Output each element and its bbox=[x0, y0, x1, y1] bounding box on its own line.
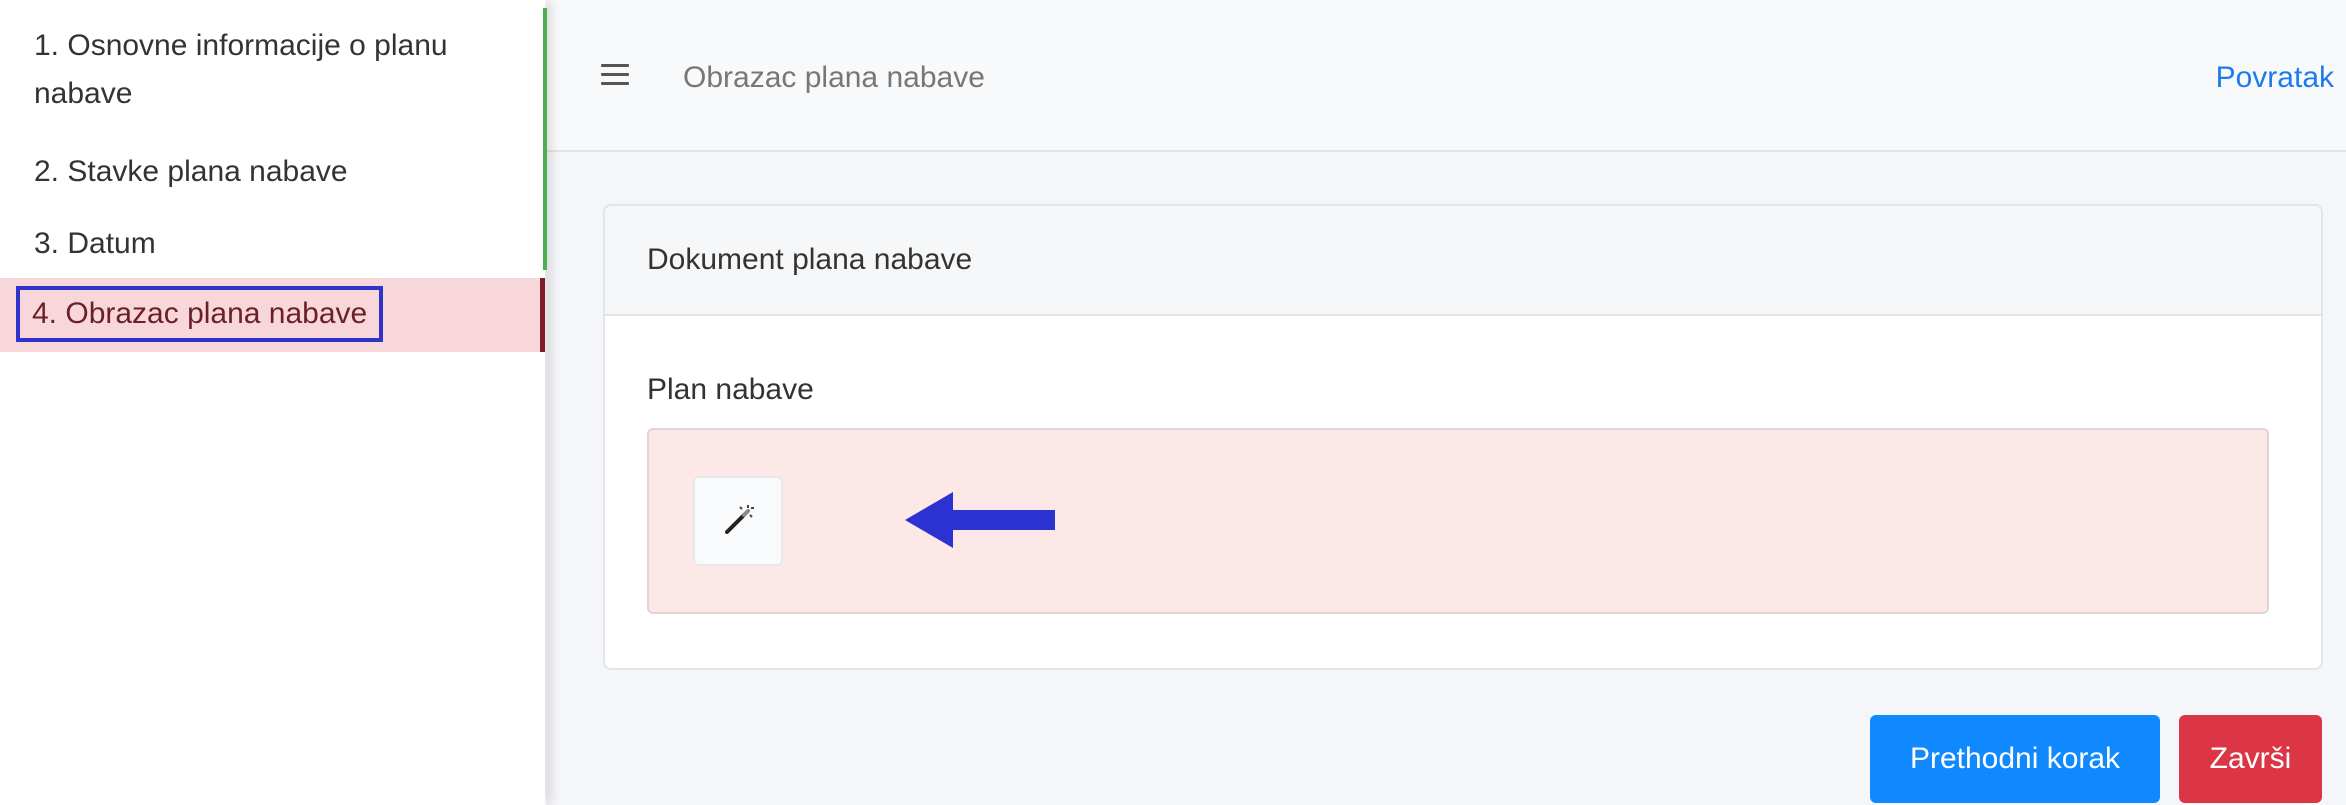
document-card: Dokument plana nabave Plan nabave bbox=[603, 204, 2323, 670]
plan-field-label: Plan nabave bbox=[647, 373, 814, 406]
sidebar-step-label: 2. Stavke plana nabave bbox=[34, 155, 348, 188]
plan-upload-area[interactable] bbox=[647, 428, 2269, 614]
generate-document-button[interactable] bbox=[693, 476, 783, 566]
finish-button[interactable]: Završi bbox=[2179, 715, 2322, 803]
back-link[interactable]: Povratak bbox=[2216, 58, 2334, 98]
sidebar-step-form-active[interactable]: 4. Obrazac plana nabave bbox=[0, 278, 545, 352]
sidebar-step-label-continued: nabave bbox=[34, 77, 133, 110]
wizard-sidebar: 1. Osnovne informacije o planu nabave 2.… bbox=[0, 0, 547, 805]
sidebar-step-label: 1. Osnovne informacije o planu bbox=[34, 29, 448, 62]
sidebar-step-label-highlighted: 4. Obrazac plana nabave bbox=[16, 286, 384, 342]
hamburger-menu-icon[interactable] bbox=[601, 64, 629, 86]
top-bar: Obrazac plana nabave Povratak bbox=[547, 0, 2346, 152]
sidebar-step-date[interactable]: 3. Datum bbox=[0, 220, 545, 268]
sidebar-step-basic-info[interactable]: 1. Osnovne informacije o planu nabave bbox=[0, 22, 545, 118]
sidebar-step-label: 3. Datum bbox=[34, 227, 156, 260]
previous-step-button[interactable]: Prethodni korak bbox=[1870, 715, 2160, 803]
sidebar-step-items[interactable]: 2. Stavke plana nabave bbox=[0, 148, 545, 196]
main-content: Obrazac plana nabave Povratak Dokument p… bbox=[547, 0, 2346, 805]
card-title: Dokument plana nabave bbox=[647, 243, 973, 276]
magic-wand-icon bbox=[725, 505, 754, 534]
page-title: Obrazac plana nabave bbox=[683, 61, 985, 94]
arrow-left-icon bbox=[905, 492, 1055, 548]
